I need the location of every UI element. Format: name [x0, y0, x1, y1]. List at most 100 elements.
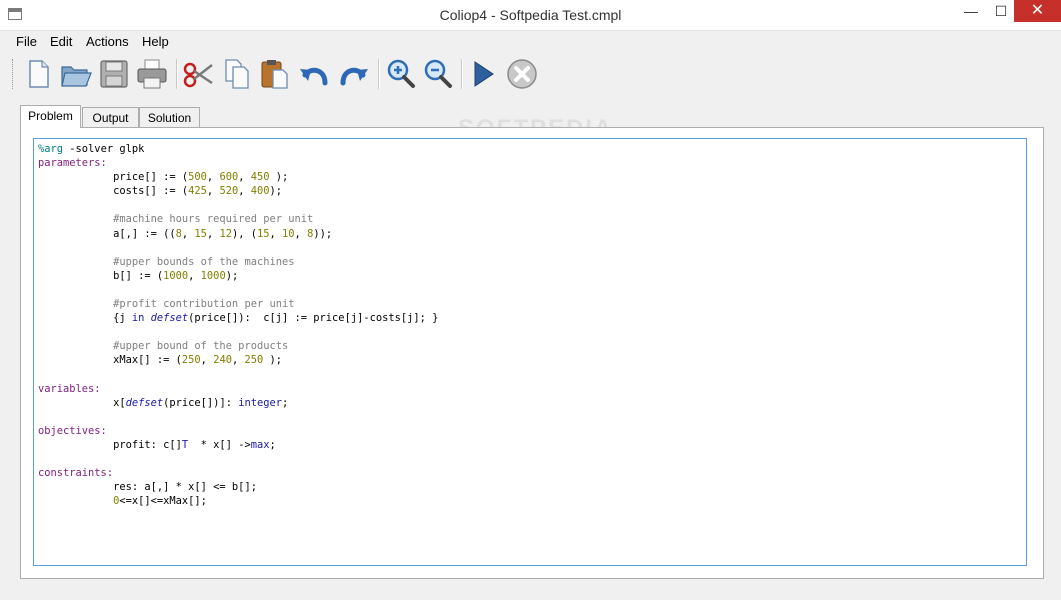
- code-line: x[defset(price[])]: integer;: [38, 396, 1026, 410]
- print-icon: [137, 59, 167, 89]
- menu-file[interactable]: File: [16, 34, 37, 49]
- menu-help[interactable]: Help: [142, 34, 169, 49]
- code-token: 240: [213, 354, 232, 367]
- stop-icon: [507, 59, 537, 89]
- zoom-in-icon: [387, 59, 415, 88]
- code-token: parameters:: [38, 157, 107, 170]
- code-token: ,: [181, 227, 195, 240]
- problem-panel: %arg -solver glpk parameters: price[] := …: [20, 127, 1044, 579]
- tab-solution[interactable]: Solution: [139, 107, 200, 127]
- copy-icon: [225, 59, 249, 89]
- code-token: ,: [231, 354, 245, 367]
- redo-icon: [340, 67, 368, 86]
- code-token: xMax[] := (: [38, 354, 182, 367]
- code-token: integer: [238, 396, 283, 409]
- open-button[interactable]: [59, 57, 93, 91]
- tab-problem[interactable]: Problem: [20, 105, 81, 128]
- minimize-button[interactable]: —: [956, 0, 986, 22]
- code-token: 1000: [200, 269, 226, 282]
- code-token: 15: [257, 227, 270, 240]
- stop-button[interactable]: [505, 57, 539, 91]
- zoom-out-icon: [424, 59, 452, 88]
- code-token: ), (: [231, 227, 257, 240]
- code-token: #upper bound of the products: [38, 340, 289, 353]
- code-token: constraints:: [38, 467, 114, 480]
- code-token: b[] := (: [38, 269, 164, 282]
- new-file-button[interactable]: [21, 57, 55, 91]
- toolbar-grip-icon[interactable]: [12, 59, 16, 89]
- code-token: (price[]): c[j] := price[j]-costs[j]; }: [188, 312, 439, 325]
- code-token: in: [131, 312, 145, 325]
- code-token: objectives:: [38, 424, 107, 437]
- code-token: 250: [181, 354, 201, 367]
- code-token: 15: [194, 227, 207, 240]
- code-token: 450: [250, 171, 270, 184]
- code-token: price[] := (: [38, 171, 189, 184]
- undo-icon: [300, 67, 328, 86]
- code-token: {j: [38, 312, 132, 325]
- tab-output[interactable]: Output: [82, 107, 139, 127]
- code-token: 1000: [163, 269, 189, 282]
- code-token: ,: [200, 354, 214, 367]
- menu-actions[interactable]: Actions: [86, 34, 129, 49]
- title-bar: Coliop4 - Softpedia Test.cmpl — ☐ ✕: [0, 0, 1061, 31]
- code-token: );: [225, 269, 239, 282]
- toolbar: SOFTPEDIA: [0, 53, 1061, 142]
- code-line: constraints:: [38, 466, 1026, 480]
- run-button[interactable]: [466, 57, 500, 91]
- code-token: max: [250, 438, 270, 451]
- play-icon: [474, 61, 494, 87]
- toolbar-separator: [461, 59, 463, 89]
- menu-edit[interactable]: Edit: [50, 34, 72, 49]
- code-token: );: [263, 354, 283, 367]
- copy-button[interactable]: [220, 57, 254, 91]
- code-token: (price[])]:: [163, 396, 239, 409]
- code-line: a[,] := ((8, 15, 12), (15, 10, 8));: [38, 227, 1026, 241]
- code-token: costs[] := (: [38, 185, 189, 198]
- maximize-button[interactable]: ☐: [986, 0, 1016, 22]
- code-line: #profit contribution per unit: [38, 297, 1026, 311]
- save-button[interactable]: [97, 57, 131, 91]
- paste-button[interactable]: [258, 57, 292, 91]
- toolbar-separator: [378, 59, 380, 89]
- paste-icon: [261, 60, 288, 89]
- code-token: ,: [206, 227, 220, 240]
- code-token: 400: [250, 185, 270, 198]
- code-token: profit: c[]: [38, 438, 182, 451]
- code-editor[interactable]: %arg -solver glpk parameters: price[] := …: [33, 138, 1027, 566]
- code-token: 520: [219, 185, 239, 198]
- undo-button[interactable]: [297, 57, 331, 91]
- code-line: {j in defset(price[]): c[j] := price[j]-…: [38, 311, 1026, 325]
- close-button[interactable]: ✕: [1014, 0, 1061, 22]
- code-token: ,: [206, 185, 220, 198]
- code-line: costs[] := (425, 520, 400);: [38, 184, 1026, 198]
- code-token: ,: [269, 227, 283, 240]
- code-token: ,: [238, 171, 251, 184]
- code-token: 10: [282, 227, 295, 240]
- code-token: 500: [188, 171, 207, 184]
- print-button[interactable]: [135, 57, 169, 91]
- scissors-icon: [183, 62, 213, 88]
- redo-button[interactable]: [337, 57, 371, 91]
- cut-button[interactable]: [182, 57, 216, 91]
- code-token: #upper bounds of the machines: [38, 255, 295, 268]
- code-token: ,: [188, 269, 201, 282]
- code-token: 250: [244, 354, 264, 367]
- code-token: );: [269, 185, 283, 198]
- code-token: x[: [38, 396, 126, 409]
- code-token: 12: [219, 227, 232, 240]
- code-line: #upper bounds of the machines: [38, 255, 1026, 269]
- code-token: ,: [238, 185, 251, 198]
- code-token: a[,] := ((: [38, 227, 176, 240]
- code-token: ;: [269, 438, 276, 451]
- code-line: %arg -solver glpk: [38, 142, 1026, 156]
- code-token: ));: [313, 227, 333, 240]
- zoom-out-button[interactable]: [421, 57, 455, 91]
- code-token: defset: [150, 312, 189, 325]
- zoom-in-button[interactable]: [384, 57, 418, 91]
